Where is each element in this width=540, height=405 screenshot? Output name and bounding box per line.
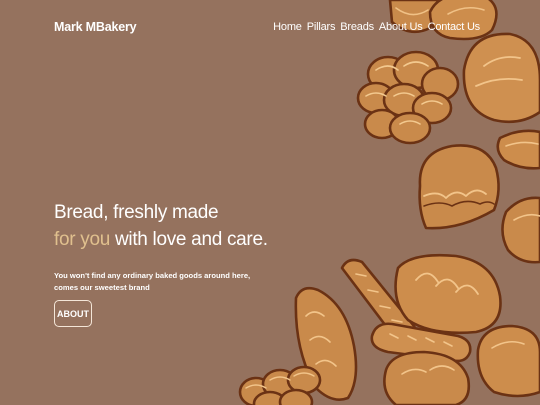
nav-about-us-link[interactable]: About Us xyxy=(379,21,423,33)
hero-headline-line1: Bread, freshly made xyxy=(54,202,219,223)
nav-pillars-link[interactable]: Pillars xyxy=(307,21,336,33)
hero-headline: Bread, freshly made for you with love an… xyxy=(54,199,268,253)
bread-braid-icon xyxy=(238,365,322,405)
hero-subtitle-line1: You won't find any ordinary baked goods … xyxy=(54,271,251,280)
bread-loaf-icon xyxy=(418,144,500,230)
bread-bun-icon xyxy=(462,32,540,124)
bread-roll-icon xyxy=(496,129,540,170)
nav-breads-link[interactable]: Breads xyxy=(340,21,374,33)
nav-home-link[interactable]: Home xyxy=(273,21,302,33)
main-nav: Home Pillars Breads About Us Contact Us xyxy=(273,21,480,33)
hero-headline-line2: with love and care. xyxy=(110,229,268,250)
about-button[interactable]: ABOUT xyxy=(54,300,92,327)
bread-loaf-icon xyxy=(428,0,498,41)
bread-loaf-icon xyxy=(383,350,471,405)
hero-headline-accent: for you xyxy=(54,229,110,250)
bread-loaf-icon xyxy=(501,196,540,264)
nav-contact-us-link[interactable]: Contact Us xyxy=(428,21,481,33)
hero-subtitle: You won't find any ordinary baked goods … xyxy=(54,270,254,294)
bread-braid-icon xyxy=(356,50,460,145)
bread-bun-icon xyxy=(476,324,540,398)
brand-logo[interactable]: Mark MBakery xyxy=(54,20,137,34)
hero-subtitle-line2: comes our sweetest brand xyxy=(54,283,150,292)
bread-loaf-icon xyxy=(394,253,502,335)
